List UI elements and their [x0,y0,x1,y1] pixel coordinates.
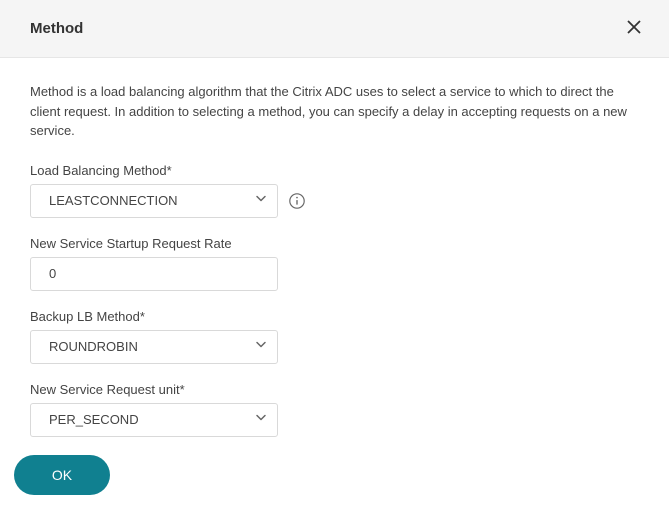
field-backup-method: Backup LB Method* [30,309,639,364]
lb-method-select-wrap [30,184,278,218]
dialog-title: Method [30,20,83,37]
lb-method-select[interactable] [30,184,278,218]
close-icon [627,20,641,37]
field-lb-method: Load Balancing Method* [30,163,639,218]
backup-method-label: Backup LB Method* [30,309,639,324]
request-unit-select[interactable] [30,403,278,437]
ok-button[interactable]: OK [14,455,110,495]
info-icon[interactable] [288,192,306,210]
backup-method-select-wrap [30,330,278,364]
field-request-unit: New Service Request unit* [30,382,639,437]
startup-rate-label: New Service Startup Request Rate [30,236,639,251]
method-description: Method is a load balancing algorithm tha… [30,82,639,141]
dialog-body: Method is a load balancing algorithm tha… [0,58,669,443]
startup-rate-wrap [30,257,278,291]
dialog-footer: OK [0,443,669,513]
request-unit-select-wrap [30,403,278,437]
method-dialog: Method Method is a load balancing algori… [0,0,669,513]
dialog-header: Method [0,0,669,58]
field-startup-rate: New Service Startup Request Rate [30,236,639,291]
startup-rate-input[interactable] [30,257,278,291]
lb-method-label: Load Balancing Method* [30,163,639,178]
request-unit-label: New Service Request unit* [30,382,639,397]
close-button[interactable] [623,16,645,41]
lb-method-row [30,184,639,218]
backup-method-select[interactable] [30,330,278,364]
